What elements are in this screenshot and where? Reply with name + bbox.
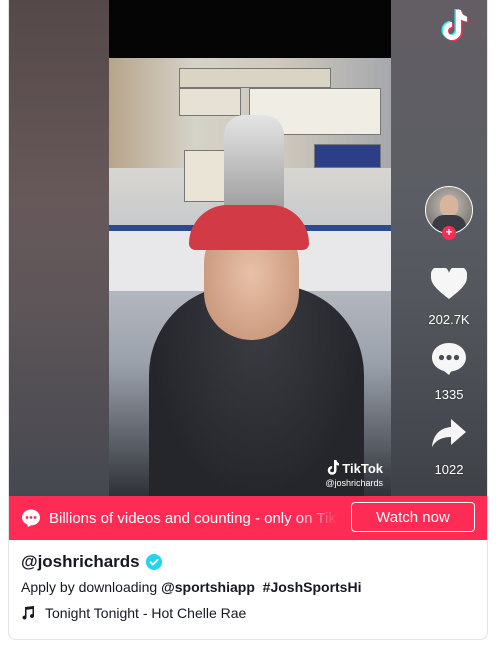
username-row: @joshrichards: [21, 550, 481, 574]
like-button[interactable]: 202.7K: [428, 266, 470, 327]
share-button[interactable]: 1022: [431, 416, 467, 477]
creator-avatar-wrap[interactable]: +: [425, 186, 473, 240]
description-text: Apply by downloading: [21, 579, 162, 595]
comment-icon[interactable]: [431, 341, 467, 377]
share-arrow-icon[interactable]: [431, 416, 467, 452]
video-frame[interactable]: TikTok @joshrichards: [109, 0, 391, 496]
watermark-brand-text: TikTok: [342, 460, 383, 476]
post-meta: @joshrichards Apply by downloading @spor…: [21, 550, 481, 621]
mention-link[interactable]: @sportshiapp: [161, 579, 255, 599]
person-cap: [189, 205, 309, 250]
video-letterbox: [109, 0, 391, 58]
trophy: [224, 115, 284, 215]
music-note-icon: [22, 606, 35, 620]
post-description: Apply by downloading @sportshiapp #JoshS…: [21, 579, 481, 599]
video-watermark: TikTok @joshrichards: [325, 460, 383, 488]
tiktok-embed-card: TikTok @joshrichards + 202.7K 1335 1022 …: [8, 0, 488, 640]
heart-icon[interactable]: [430, 266, 467, 302]
watermark-username: @joshrichards: [325, 478, 383, 488]
hashtag-link[interactable]: #JoshSportsHi: [263, 579, 362, 599]
promo-banner: Billions of videos and counting - only o…: [9, 496, 487, 540]
video-blur-backdrop-left: [9, 0, 109, 496]
verified-badge-icon: [145, 554, 162, 570]
description-spacer: [255, 579, 263, 599]
tiktok-note-icon: [327, 460, 340, 475]
chat-bubble-icon: [22, 509, 40, 527]
promo-text: Billions of videos and counting - only o…: [49, 509, 339, 527]
watermark-brand: TikTok: [325, 460, 383, 476]
comment-count: 1335: [434, 387, 464, 402]
creator-username[interactable]: @joshrichards: [21, 552, 140, 572]
follow-plus-icon[interactable]: +: [442, 226, 456, 240]
tiktok-logo-icon[interactable]: [435, 8, 475, 48]
like-count: 202.7K: [428, 312, 470, 327]
action-rail: + 202.7K 1335 1022: [422, 186, 476, 491]
music-row[interactable]: Tonight Tonight - Hot Chelle Rae: [21, 605, 481, 621]
video-player[interactable]: TikTok @joshrichards + 202.7K 1335 1022: [9, 0, 487, 496]
watch-now-button[interactable]: Watch now: [351, 502, 475, 532]
music-title[interactable]: Tonight Tonight - Hot Chelle Rae: [45, 605, 246, 621]
share-count: 1022: [434, 462, 464, 477]
comment-button[interactable]: 1335: [431, 341, 467, 402]
